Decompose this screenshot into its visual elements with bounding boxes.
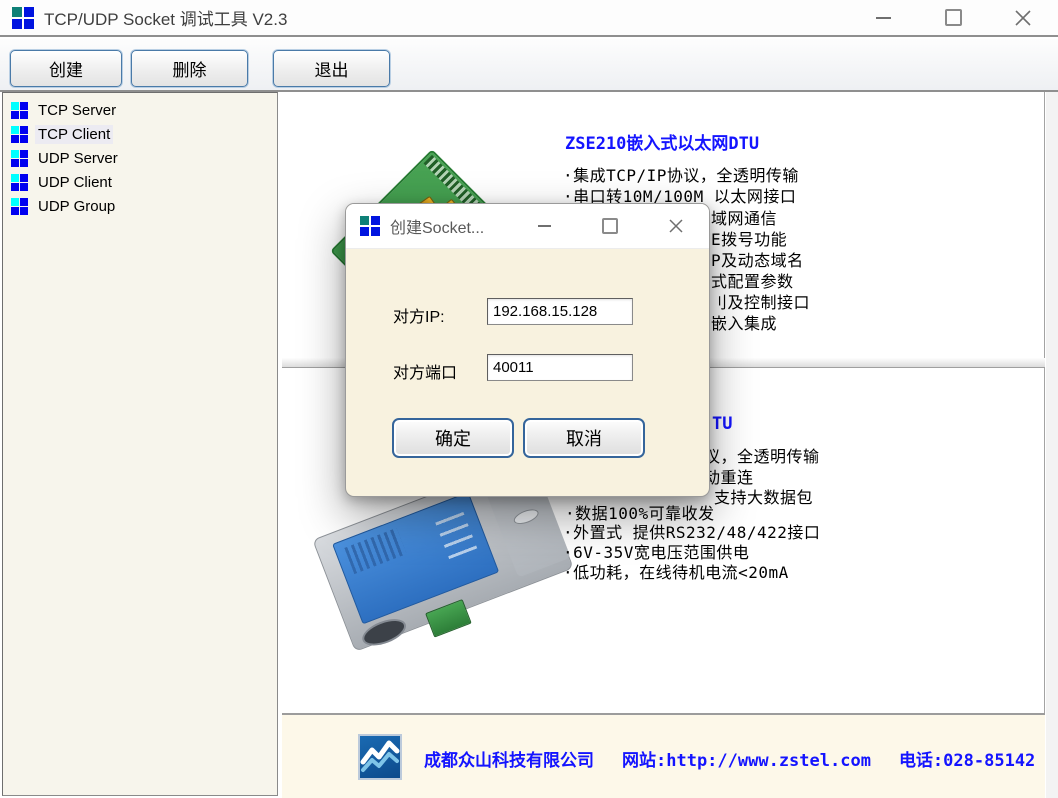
- product1-title: ZSE210嵌入式以太网DTU: [565, 129, 759, 154]
- dialog-close-icon[interactable]: [643, 204, 709, 248]
- socket-tree: TCP Server TCP Client UDP Server UDP Cli…: [2, 92, 278, 796]
- peer-ip-input[interactable]: [487, 298, 633, 325]
- company-website[interactable]: 网站:http://www.zstel.com: [622, 751, 871, 771]
- tree-item-label: UDP Client: [35, 173, 115, 192]
- dialog-icon: [360, 216, 380, 236]
- peer-ip-label: 对方IP:: [393, 303, 445, 327]
- socket-icon: [11, 174, 28, 191]
- tree-item-label: TCP Server: [35, 101, 119, 120]
- create-button[interactable]: 创建: [10, 50, 122, 87]
- dialog-titlebar: 创建Socket...: [346, 204, 709, 249]
- company-logo-icon: [358, 734, 402, 780]
- create-socket-dialog: 创建Socket... 对方IP: 对方端口 确定 取消: [345, 203, 710, 497]
- tree-item-label: UDP Group: [35, 197, 118, 216]
- company-name: 成都众山科技有限公司: [424, 751, 594, 771]
- window-title: TCP/UDP Socket 调试工具 V2.3: [44, 5, 287, 30]
- socket-icon: [11, 198, 28, 215]
- app-logo-icon: [12, 7, 34, 29]
- ok-button[interactable]: 确定: [392, 418, 514, 458]
- app-window: TCP/UDP Socket 调试工具 V2.3 创建 删除 退出 TCP Se…: [0, 0, 1058, 798]
- window-controls: [848, 0, 1058, 35]
- right-gutter: [1046, 92, 1058, 798]
- company-phone: 电话:028-85142: [899, 751, 1035, 771]
- close-icon[interactable]: [988, 0, 1058, 35]
- tree-item-tcp-client[interactable]: TCP Client: [3, 122, 277, 146]
- dialog-minimize-icon[interactable]: [511, 204, 577, 248]
- company-info: 成都众山科技有限公司 网站:http://www.zstel.com 电话:028-…: [424, 746, 1058, 771]
- dialog-maximize-icon[interactable]: [577, 204, 643, 248]
- tree-item-label: UDP Server: [35, 149, 121, 168]
- tree-item-udp-server[interactable]: UDP Server: [3, 146, 277, 170]
- product2-bullet-fragment: 支持大数据包: [714, 484, 813, 508]
- peer-port-label: 对方端口: [393, 359, 457, 383]
- product2-bullet: ·低功耗，在线待机电流<20mA: [563, 559, 789, 583]
- product2-title-fragment: TU: [712, 414, 732, 434]
- exit-button[interactable]: 退出: [273, 50, 390, 87]
- toolbar: 创建 删除 退出: [0, 39, 1058, 92]
- delete-button[interactable]: 删除: [131, 50, 248, 87]
- socket-icon: [11, 102, 28, 119]
- tree-item-udp-client[interactable]: UDP Client: [3, 170, 277, 194]
- socket-icon: [11, 126, 28, 143]
- product1-bullet-fragment: 嵌入集成: [711, 310, 777, 334]
- maximize-icon[interactable]: [918, 0, 988, 35]
- footer-bar: 成都众山科技有限公司 网站:http://www.zstel.com 电话:028-…: [282, 713, 1045, 798]
- cancel-button[interactable]: 取消: [523, 418, 645, 458]
- dialog-title: 创建Socket...: [390, 214, 484, 238]
- titlebar: TCP/UDP Socket 调试工具 V2.3: [0, 0, 1058, 37]
- peer-port-input[interactable]: [487, 354, 633, 381]
- dialog-controls: [511, 204, 709, 248]
- tree-item-label: TCP Client: [35, 125, 113, 144]
- tree-item-tcp-server[interactable]: TCP Server: [3, 98, 277, 122]
- socket-icon: [11, 150, 28, 167]
- minimize-icon[interactable]: [848, 0, 918, 35]
- tree-item-udp-group[interactable]: UDP Group: [3, 194, 277, 218]
